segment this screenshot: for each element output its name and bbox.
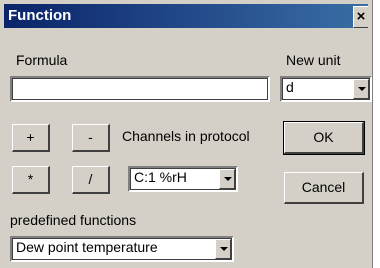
predefined-functions-label: predefined functions <box>10 212 137 228</box>
close-icon: × <box>356 8 366 25</box>
predefined-functions-select[interactable]: Dew point temperature <box>10 236 234 262</box>
multiply-operator-label: * <box>27 171 34 187</box>
window-title: Function <box>8 7 72 24</box>
new-unit-value: d <box>286 79 294 95</box>
cancel-label: Cancel <box>301 179 346 195</box>
cancel-button[interactable]: Cancel <box>284 172 364 204</box>
subtract-operator-label: - <box>88 129 93 145</box>
add-operator-label: + <box>26 129 35 145</box>
function-dialog: Function × Formula New unit d + - * / Ch… <box>0 0 373 268</box>
channels-label: Channels in protocol <box>122 128 250 144</box>
new-unit-label: New unit <box>286 52 341 68</box>
subtract-operator-button[interactable]: - <box>72 124 110 152</box>
formula-label: Formula <box>16 52 68 68</box>
new-unit-select[interactable]: d <box>280 76 372 102</box>
add-operator-button[interactable]: + <box>12 124 50 152</box>
divide-operator-button[interactable]: / <box>72 166 110 194</box>
formula-input[interactable] <box>10 76 270 102</box>
ok-label: OK <box>313 129 334 145</box>
channels-value: C:1 %rH <box>134 169 187 185</box>
close-button[interactable]: × <box>353 6 368 28</box>
predefined-functions-value: Dew point temperature <box>16 239 158 255</box>
multiply-operator-button[interactable]: * <box>12 166 50 194</box>
ok-button[interactable]: OK <box>283 121 365 155</box>
title-bar: Function × <box>4 4 368 28</box>
chevron-down-icon[interactable] <box>215 239 231 259</box>
divide-operator-label: / <box>88 171 93 187</box>
chevron-down-icon[interactable] <box>219 169 235 189</box>
chevron-down-icon[interactable] <box>353 79 369 99</box>
channels-select[interactable]: C:1 %rH <box>128 166 238 192</box>
